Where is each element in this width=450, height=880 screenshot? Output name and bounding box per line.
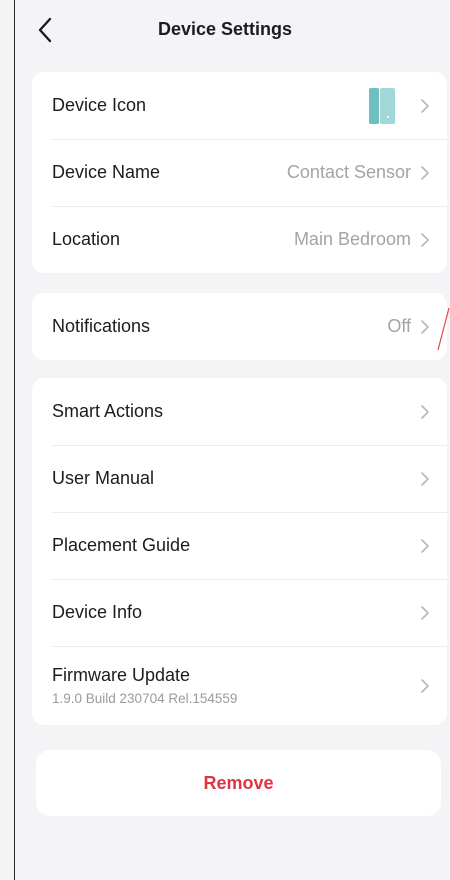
annotation-stroke	[437, 307, 450, 351]
chevron-right-icon	[421, 538, 429, 553]
row-label: User Manual	[52, 468, 155, 488]
row-value: Contact Sensor	[286, 162, 411, 182]
row-label: Smart Actions	[52, 401, 164, 421]
frame-edge	[14, 0, 15, 880]
row-label: Firmware Update	[52, 665, 191, 685]
firmware-text: Firmware Update 1.9.0 Build 230704 Rel.1…	[52, 665, 419, 706]
row-label: Device Name	[52, 162, 161, 182]
row-value: Main Bedroom	[293, 229, 411, 249]
more-settings-group: Smart Actions User Manual Placement Guid…	[32, 378, 447, 725]
row-label: Location	[52, 229, 121, 249]
device-icon-row[interactable]: Device Icon	[32, 72, 447, 139]
row-label: Notifications	[52, 316, 151, 336]
chevron-right-icon	[421, 232, 429, 247]
row-value: Off	[387, 316, 411, 336]
device-info-row[interactable]: Device Info	[32, 579, 447, 646]
device-name-row[interactable]: Device Name Contact Sensor	[32, 139, 447, 206]
row-label: Placement Guide	[52, 535, 191, 555]
chevron-right-icon	[421, 678, 429, 693]
device-settings-group: Device Icon Device Name Contact Sensor L…	[32, 72, 447, 273]
row-label: Device Icon	[52, 95, 147, 115]
contact-sensor-icon	[369, 87, 395, 124]
chevron-right-icon	[421, 319, 429, 334]
location-row[interactable]: Location Main Bedroom	[32, 206, 447, 273]
smart-actions-row[interactable]: Smart Actions	[32, 378, 447, 445]
chevron-right-icon	[421, 605, 429, 620]
chevron-right-icon	[421, 98, 429, 113]
row-label: Device Info	[52, 602, 143, 622]
user-manual-row[interactable]: User Manual	[32, 445, 447, 512]
page-title: Device Settings	[157, 19, 293, 39]
top-nav: Device Settings	[0, 0, 450, 60]
firmware-version: 1.9.0 Build 230704 Rel.154559	[52, 691, 238, 706]
placement-guide-row[interactable]: Placement Guide	[32, 512, 447, 579]
chevron-right-icon	[421, 471, 429, 486]
notifications-group: Notifications Off	[32, 293, 447, 360]
notifications-row[interactable]: Notifications Off	[32, 293, 447, 360]
chevron-right-icon	[421, 404, 429, 419]
remove-button[interactable]: Remove	[36, 750, 441, 816]
firmware-update-row[interactable]: Firmware Update 1.9.0 Build 230704 Rel.1…	[32, 646, 447, 725]
remove-label: Remove	[203, 772, 274, 793]
chevron-right-icon	[421, 165, 429, 180]
